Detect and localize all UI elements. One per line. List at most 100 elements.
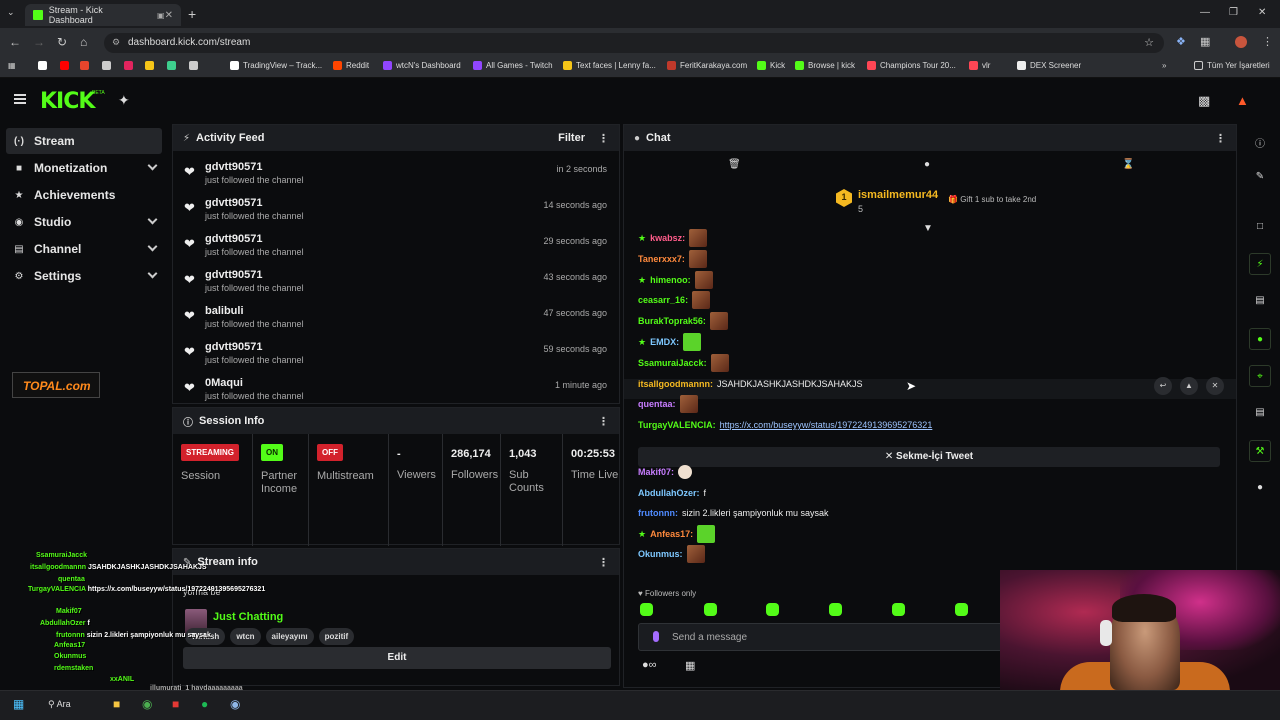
sidebar-item-achievements[interactable]: ★ Achievements xyxy=(6,182,162,208)
community-icon[interactable]: ● xyxy=(1249,477,1271,499)
filter-button[interactable]: Filter xyxy=(558,132,585,144)
chat-link[interactable]: https://x.com/buseyyw/status/19722491396… xyxy=(720,420,933,430)
chat-username[interactable]: ceasarr_16: xyxy=(638,295,688,305)
maximize-icon[interactable]: ❐ xyxy=(1229,7,1238,18)
spotify-icon[interactable]: ● xyxy=(201,697,208,711)
hamburger-menu-icon[interactable] xyxy=(14,94,26,104)
minimize-icon[interactable]: — xyxy=(1200,7,1210,18)
chat-mode-icon[interactable]: ● xyxy=(924,159,930,170)
profile-avatar[interactable] xyxy=(1235,36,1247,48)
chat-username[interactable]: Anfeas17: xyxy=(650,529,693,539)
bookmark-item[interactable] xyxy=(189,61,202,70)
user-avatar[interactable]: ▲ xyxy=(1236,93,1249,108)
chat-username[interactable]: BurakToprak56: xyxy=(638,316,706,326)
stream-info-menu-icon[interactable]: ⋮ xyxy=(598,556,609,569)
home-icon[interactable]: ⌂ xyxy=(80,35,87,49)
edit-stream-info-button[interactable]: Edit xyxy=(183,647,611,669)
info-icon[interactable]: ⓘ xyxy=(1249,130,1271,152)
bookmark-item[interactable]: DEX Screener xyxy=(1017,61,1081,70)
bookmark-item[interactable] xyxy=(60,61,73,70)
store-icon[interactable]: ▦ xyxy=(685,659,695,672)
stream-tag[interactable]: wtcn xyxy=(230,628,261,645)
edit-icon[interactable]: ✎ xyxy=(1249,166,1271,188)
reload-icon[interactable]: ↻ xyxy=(57,35,67,49)
slow-mode-icon[interactable]: ⌛ xyxy=(1122,159,1134,170)
apps-grid-icon[interactable]: ▦ xyxy=(8,61,16,70)
studio-icon[interactable]: ▩ xyxy=(1198,93,1210,109)
bookmark-item[interactable]: Browse | kick xyxy=(795,61,855,70)
forward-icon[interactable]: → xyxy=(33,35,45,49)
chat-username[interactable]: EMDX: xyxy=(650,337,679,347)
microphone-icon[interactable] xyxy=(653,631,659,642)
all-bookmarks-folder[interactable]: Tüm Yer İşaretleri xyxy=(1194,61,1270,70)
emote-picker-icon[interactable]: ●∞ xyxy=(642,659,657,671)
status-badge[interactable]: STREAMING xyxy=(181,444,239,461)
bookmark-item[interactable]: vlr xyxy=(969,61,990,70)
back-icon[interactable]: ← xyxy=(9,35,21,49)
emote-icon[interactable] xyxy=(704,603,717,616)
magic-wand-icon[interactable]: ✦ xyxy=(118,92,130,109)
gift-sub-prompt[interactable]: 🎁 Gift 1 sub to take 2nd xyxy=(948,195,1036,204)
session-info-menu-icon[interactable]: ⋮ xyxy=(598,415,609,428)
chat-username[interactable]: quentaa: xyxy=(638,399,676,409)
chat-username[interactable]: SsamuraiJacck: xyxy=(638,358,707,368)
bookmark-item[interactable] xyxy=(38,61,51,70)
stream-tag[interactable]: pozitif xyxy=(318,628,355,645)
tab-close-icon[interactable]: ✕ xyxy=(165,10,173,21)
broadcast-icon[interactable]: ⌖ xyxy=(1249,365,1271,387)
file-explorer-icon[interactable]: ■ xyxy=(113,697,120,711)
emote-icon[interactable] xyxy=(766,603,779,616)
notes-icon[interactable]: ▤ xyxy=(1249,290,1271,312)
site-info-icon[interactable]: ⚙ xyxy=(112,37,120,48)
bookmark-item[interactable]: wtcN's Dashboard xyxy=(383,61,461,70)
reply-icon[interactable]: ↩ xyxy=(1154,377,1172,395)
browser-menu-icon[interactable]: ⋮ xyxy=(1262,35,1273,48)
sidebar-item-monetization[interactable]: ■ Monetization xyxy=(6,155,162,181)
tab-search-icon[interactable]: ⌄ xyxy=(7,7,15,18)
chat-icon[interactable]: ● xyxy=(1249,328,1271,350)
stream-tag[interactable]: aileyayını xyxy=(265,628,314,645)
bookmark-item[interactable]: Champions Tour 20... xyxy=(867,61,956,70)
new-tab-button[interactable]: + xyxy=(188,6,196,22)
bookmark-item[interactable] xyxy=(80,61,93,70)
emote-icon[interactable] xyxy=(640,603,653,616)
bookmark-item[interactable] xyxy=(145,61,158,70)
chat-username[interactable]: AbdullahOzer: xyxy=(638,488,700,498)
extension-icon[interactable]: ❖ xyxy=(1176,35,1186,48)
chat-message-input[interactable]: Send a message xyxy=(638,623,1008,651)
chevron-down-icon[interactable] xyxy=(147,214,158,225)
quick-action-icon[interactable]: ⚡ xyxy=(1249,253,1271,275)
bookmarks-overflow-icon[interactable]: » xyxy=(1162,61,1166,70)
bookmark-item[interactable]: Kick xyxy=(757,61,785,70)
sidebar-item-stream[interactable]: (·) Stream xyxy=(6,128,162,154)
windows-start-icon[interactable]: ▦ xyxy=(13,697,24,711)
chevron-down-icon[interactable] xyxy=(147,268,158,279)
layout-icon[interactable]: ▤ xyxy=(1249,402,1271,424)
chat-username[interactable]: kwabsz: xyxy=(650,233,685,243)
obs-icon[interactable]: ■ xyxy=(172,697,179,711)
emote-icon[interactable] xyxy=(892,603,905,616)
bookmark-item[interactable]: Text faces | Lenny fa... xyxy=(563,61,656,70)
chevron-down-icon[interactable] xyxy=(147,241,158,252)
top-gifter-name[interactable]: ismailmemur44 xyxy=(858,189,938,201)
status-badge[interactable]: OFF xyxy=(317,444,343,461)
browser-tab[interactable]: Stream - Kick Dashboard ▣ ✕ xyxy=(25,4,181,26)
url-field[interactable]: ⚙ dashboard.kick.com/stream ☆ xyxy=(104,33,1164,53)
emote-icon[interactable] xyxy=(829,603,842,616)
chat-menu-icon[interactable]: ⋮ xyxy=(1215,132,1226,145)
sidebar-item-settings[interactable]: ⚙ Settings xyxy=(6,263,162,289)
chat-username[interactable]: Okunmus: xyxy=(638,549,683,559)
chat-username[interactable]: himenoo: xyxy=(650,275,691,285)
chevron-down-icon[interactable] xyxy=(147,160,158,171)
chat-username[interactable]: itsallgoodmannn: xyxy=(638,379,713,389)
activity-feed-menu-icon[interactable]: ⋮ xyxy=(598,132,609,145)
bookmark-star-icon[interactable]: ☆ xyxy=(1144,36,1154,49)
bookmark-item[interactable]: Reddit xyxy=(333,61,369,70)
tab-mute-icon[interactable]: ▣ xyxy=(157,11,165,20)
kick-logo[interactable]: KICK xyxy=(40,89,95,114)
tweet-embed-button[interactable]: ✕ Sekme-İçi Tweet xyxy=(638,447,1220,467)
bookmark-item[interactable] xyxy=(102,61,115,70)
sidebar-item-channel[interactable]: ▤ Channel xyxy=(6,236,162,262)
status-badge[interactable]: ON xyxy=(261,444,283,461)
chat-username[interactable]: Tanerxxx7: xyxy=(638,254,685,264)
